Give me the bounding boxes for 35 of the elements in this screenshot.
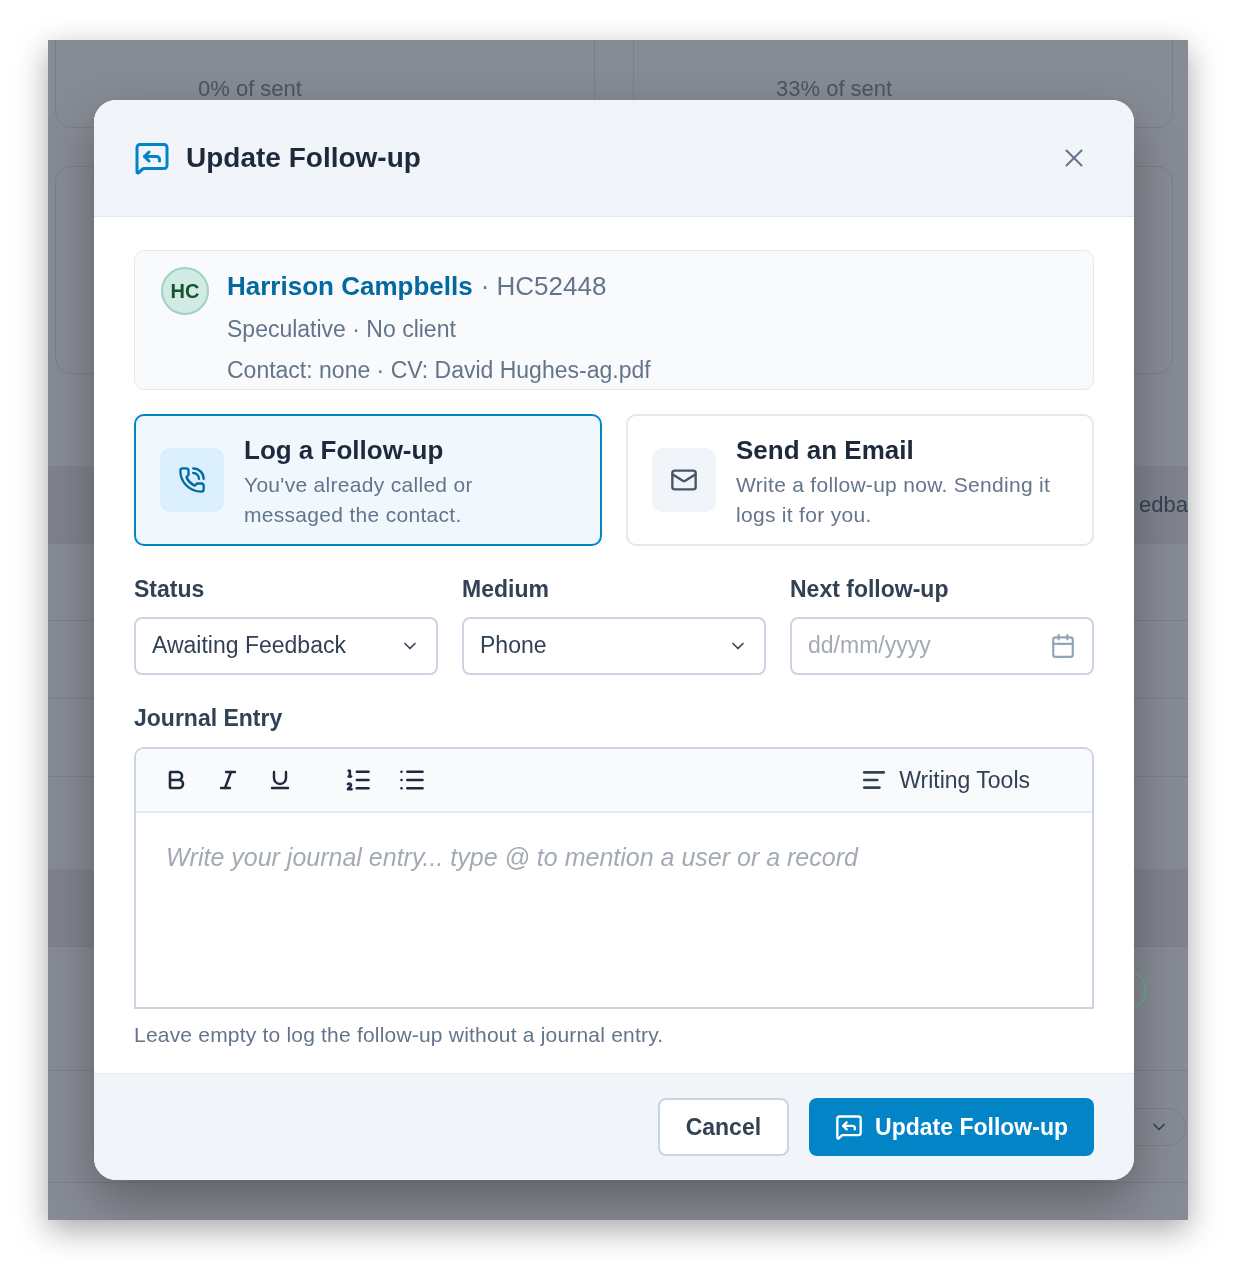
table-header-cell-text: edba bbox=[1139, 491, 1188, 519]
writing-tools-button[interactable]: Writing Tools bbox=[861, 762, 1030, 798]
calendar-icon bbox=[1050, 632, 1076, 659]
select-field[interactable]: Phone bbox=[462, 616, 766, 675]
underline-icon bbox=[268, 768, 292, 792]
stat-caption: 0% of sent bbox=[198, 75, 302, 103]
field-label: Status bbox=[134, 575, 206, 604]
contact-reference: · HC52448 bbox=[480, 270, 607, 303]
reply-message-icon bbox=[835, 1113, 864, 1141]
cancel-button[interactable]: Cancel bbox=[657, 1098, 790, 1156]
avatar: HC bbox=[161, 267, 209, 315]
reply-message-icon bbox=[134, 140, 170, 176]
date-field[interactable]: dd/mm/yyyy bbox=[790, 616, 1094, 675]
journal-editor[interactable]: Writing Tools Write your journal entry... type @ to mention a user or a record bbox=[134, 747, 1094, 1009]
journal-text-area[interactable]: Write your journal entry... type @ to mention a user or a record bbox=[136, 813, 1092, 1007]
option-description: Write a follow-up now. Sending it logs it for you. bbox=[736, 471, 1052, 528]
option-title: Log a Follow-up bbox=[244, 433, 445, 467]
field-label: Medium bbox=[462, 575, 550, 604]
select-field[interactable]: Awaiting Feedback bbox=[134, 616, 438, 675]
date-input[interactable]: dd/mm/yyyy bbox=[808, 628, 1050, 663]
option-card[interactable]: Send an Email Write a follow-up now. Sending it logs it for you. bbox=[626, 414, 1094, 546]
helper-text: Leave empty to log the follow-up without a journal entry. bbox=[134, 1022, 665, 1048]
stat-caption: 33% of sent bbox=[776, 75, 893, 103]
option-title: Send an Email bbox=[736, 433, 915, 467]
field-label: Journal Entry bbox=[134, 704, 283, 731]
numbered-list-icon bbox=[344, 766, 372, 794]
update-follow-up-button[interactable]: Update Follow-up bbox=[809, 1098, 1094, 1156]
contact-details: Contact: none · CV: David Hughes-ag.pdf bbox=[227, 355, 651, 385]
contact-details: Speculative · No client bbox=[227, 315, 457, 344]
contact-name-link[interactable]: Harrison Campbells bbox=[227, 267, 473, 306]
field-label: Next follow-up bbox=[790, 575, 950, 604]
option-description: You've already called or messaged the contact. bbox=[244, 471, 474, 528]
phone-icon bbox=[178, 466, 206, 494]
dialog-title: Update Follow-up bbox=[186, 141, 421, 175]
option-card[interactable]: Log a Follow-up You've already called or messaged the contact. bbox=[134, 414, 602, 546]
